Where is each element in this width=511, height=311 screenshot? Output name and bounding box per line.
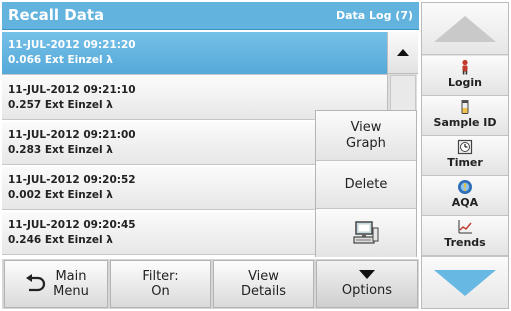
page-title: Recall Data [8,6,105,24]
list-item[interactable]: 11-JUL-2012 09:21:20 0.066 Ext Einzel λ [2,32,387,75]
sample-id-button[interactable]: Sample ID [422,96,508,136]
filter-button[interactable]: Filter: On [110,260,211,308]
row-value: 0.246 Ext Einzel λ [8,234,113,246]
trends-button[interactable]: Trends [422,216,508,256]
data-log-count: Data Log (7) [335,9,413,22]
main-menu-button[interactable]: Main Menu [4,260,108,308]
person-icon [462,59,468,75]
recall-data-screen: Recall Data Data Log (7) 11-JUL-2012 09:… [0,0,511,311]
sample-id-label: Sample ID [433,116,497,129]
aqa-icon [458,180,472,194]
row-timestamp: 11-JUL-2012 09:20:45 [8,219,136,231]
aqa-label: AQA [451,196,479,209]
view-details-label-2: Details [240,284,287,299]
timer-icon [457,139,473,155]
options-label: Options [341,283,393,298]
login-button[interactable]: Login [422,56,508,96]
delete-button[interactable]: Delete [316,161,416,209]
big-up-arrow-icon [434,15,496,42]
filter-label: Filter: [142,269,179,284]
big-down-arrow-icon [434,269,496,296]
timer-label: Timer [447,156,483,169]
nav-up-button[interactable] [422,3,508,55]
trends-label: Trends [444,236,486,249]
computer-icon [353,221,379,244]
filter-value: On [151,284,170,299]
view-graph-label-2: Graph [346,135,386,151]
sample-vial-icon [461,100,469,114]
row-timestamp: 11-JUL-2012 09:21:20 [8,39,136,51]
title-bar: Recall Data Data Log (7) [2,2,419,30]
row-value: 0.283 Ext Einzel λ [8,144,113,156]
row-timestamp: 11-JUL-2012 09:20:52 [8,174,136,186]
triangle-down-icon [359,270,375,279]
row-value: 0.257 Ext Einzel λ [8,99,113,111]
back-arrow-icon [26,274,46,292]
trend-graph-icon [458,220,472,234]
scroll-thumb[interactable] [390,75,416,115]
main-menu-label-2: Menu [53,284,89,299]
timer-button[interactable]: Timer [422,136,508,176]
row-value: 0.002 Ext Einzel λ [8,189,113,201]
login-label: Login [447,76,483,89]
row-value: 0.066 Ext Einzel λ [8,54,113,66]
right-toolbar: Login Sample ID Timer AQA Trends [421,2,509,309]
options-popup: View Graph Delete [315,110,417,257]
aqa-button[interactable]: AQA [422,176,508,216]
nav-down-button[interactable] [422,256,508,308]
main-menu-label-1: Main [55,269,87,284]
options-button[interactable]: Options [316,260,418,308]
view-graph-button[interactable]: View Graph [316,111,416,161]
delete-label: Delete [344,176,388,192]
row-timestamp: 11-JUL-2012 09:21:00 [8,129,136,141]
row-timestamp: 11-JUL-2012 09:21:10 [8,84,136,96]
export-button[interactable] [316,209,416,257]
view-details-button[interactable]: View Details [213,260,314,308]
view-graph-label-1: View [350,119,382,135]
view-details-label-1: View [248,269,279,284]
triangle-up-icon [397,49,409,56]
bottom-toolbar: Main Menu Filter: On View Details Option… [2,259,419,309]
scroll-up-button[interactable] [388,32,418,74]
